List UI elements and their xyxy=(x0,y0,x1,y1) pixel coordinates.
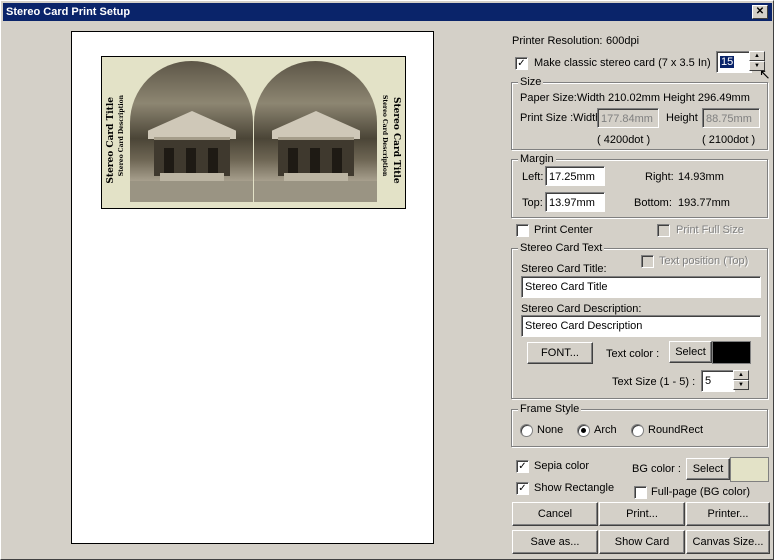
card-title-input[interactable]: Stereo Card Title xyxy=(521,276,761,298)
print-width-dots: ( 4200dot ) xyxy=(597,134,651,146)
show-rectangle-checkbox[interactable]: ✓ xyxy=(516,482,529,495)
print-full-size-checkbox xyxy=(657,224,670,237)
spin-down-icon: ▼ xyxy=(733,380,749,390)
frame-none-label: None xyxy=(537,424,564,436)
card-title-label: Stereo Card Title: xyxy=(521,263,607,275)
margin-bottom-label: Bottom: xyxy=(634,197,672,209)
text-size-spinner[interactable]: ▲ ▼ xyxy=(733,370,749,390)
frame-arch-label: Arch xyxy=(594,424,617,436)
font-button[interactable]: FONT... xyxy=(527,342,593,364)
print-height-label: Height xyxy=(666,112,698,124)
full-page-checkbox[interactable] xyxy=(634,486,647,499)
classic-card-label: Make classic stereo card (7 x 3.5 In) xyxy=(534,57,711,69)
frame-arch-radio[interactable] xyxy=(577,424,590,437)
show-card-button[interactable]: Show Card xyxy=(599,530,685,554)
text-color-label: Text color : xyxy=(606,348,660,360)
text-size-label: Text Size (1 - 5) : xyxy=(612,376,696,388)
text-size-input[interactable]: 5 xyxy=(701,370,735,392)
frame-roundrect-radio[interactable] xyxy=(631,424,644,437)
full-page-label: Full-page (BG color) xyxy=(651,486,751,498)
card-title-right: Stereo Card Title xyxy=(391,97,401,184)
bg-color-label: BG color : xyxy=(632,463,681,475)
text-position-checkbox xyxy=(641,255,654,268)
print-center-checkbox[interactable] xyxy=(516,224,529,237)
close-icon: ✕ xyxy=(755,6,765,17)
margin-top-label: Top: xyxy=(522,197,543,209)
print-button[interactable]: Print... xyxy=(599,502,685,526)
margin-right-label: Right: xyxy=(645,171,674,183)
margin-group-title: Margin xyxy=(518,153,556,166)
text-color-select-button[interactable]: Select xyxy=(669,341,712,363)
frame-none-radio[interactable] xyxy=(520,424,533,437)
save-as-button[interactable]: Save as... xyxy=(512,530,598,554)
margin-bottom-value: 193.77mm xyxy=(678,197,730,209)
printer-button[interactable]: Printer... xyxy=(686,502,770,526)
card-description-input[interactable]: Stereo Card Description xyxy=(521,315,761,337)
spin-up-icon: ▲ xyxy=(749,51,765,61)
frame-roundrect-label: RoundRect xyxy=(648,424,704,436)
sepia-label: Sepia color xyxy=(534,460,590,472)
close-button[interactable]: ✕ xyxy=(752,5,768,19)
margin-left-input[interactable]: 17.25mm xyxy=(545,166,605,186)
print-full-size-label: Print Full Size xyxy=(676,224,744,236)
printer-resolution-label: Printer Resolution: xyxy=(512,35,603,47)
frame-style-group-title: Frame Style xyxy=(518,403,582,416)
card-description-left: Stereo Card Description xyxy=(118,95,125,177)
print-height-field: 88.75mm xyxy=(702,108,760,128)
paper-size-text: Paper Size:Width 210.02mm Height 296.49m… xyxy=(520,92,750,104)
size-group-title: Size xyxy=(518,76,544,89)
card-description-right: Stereo Card Description xyxy=(381,95,388,177)
printer-resolution-value: 600dpi xyxy=(606,35,640,47)
card-description-label: Stereo Card Description: xyxy=(521,303,642,315)
bg-color-select-button[interactable]: Select xyxy=(686,458,730,480)
print-width-label: Print Size :Width xyxy=(520,112,602,124)
spin-up-icon: ▲ xyxy=(733,370,749,380)
card-title-left: Stereo Card Title xyxy=(106,97,116,184)
sepia-checkbox[interactable]: ✓ xyxy=(516,460,529,473)
classic-card-checkbox[interactable]: ✓ xyxy=(515,57,528,70)
stereo-photo-left xyxy=(130,61,253,202)
print-center-label: Print Center xyxy=(534,224,593,236)
window-title: Stereo Card Print Setup xyxy=(6,6,131,18)
cancel-button[interactable]: Cancel xyxy=(512,502,598,526)
card-preview: Stereo Card Title Stereo Card Descriptio… xyxy=(101,56,406,209)
margin-left-label: Left: xyxy=(522,171,544,183)
stereo-photo-right xyxy=(254,61,377,202)
classic-value-field[interactable]: 15 xyxy=(716,51,752,73)
print-width-field: 177.84mm xyxy=(597,108,659,128)
canvas-size-button[interactable]: Canvas Size... xyxy=(686,530,770,554)
text-position-label: Text position (Top) xyxy=(659,255,749,267)
text-color-swatch xyxy=(712,341,751,364)
stereo-text-group-title: Stereo Card Text xyxy=(518,242,605,255)
show-rectangle-label: Show Rectangle xyxy=(534,482,615,494)
margin-top-input[interactable]: 13.97mm xyxy=(545,192,605,212)
title-bar[interactable]: Stereo Card Print Setup ✕ xyxy=(3,3,772,21)
bg-color-swatch xyxy=(730,457,769,482)
mouse-cursor-icon: ↖ xyxy=(759,66,771,82)
margin-right-value: 14.93mm xyxy=(678,171,724,183)
print-height-dots: ( 2100dot ) xyxy=(702,134,756,146)
